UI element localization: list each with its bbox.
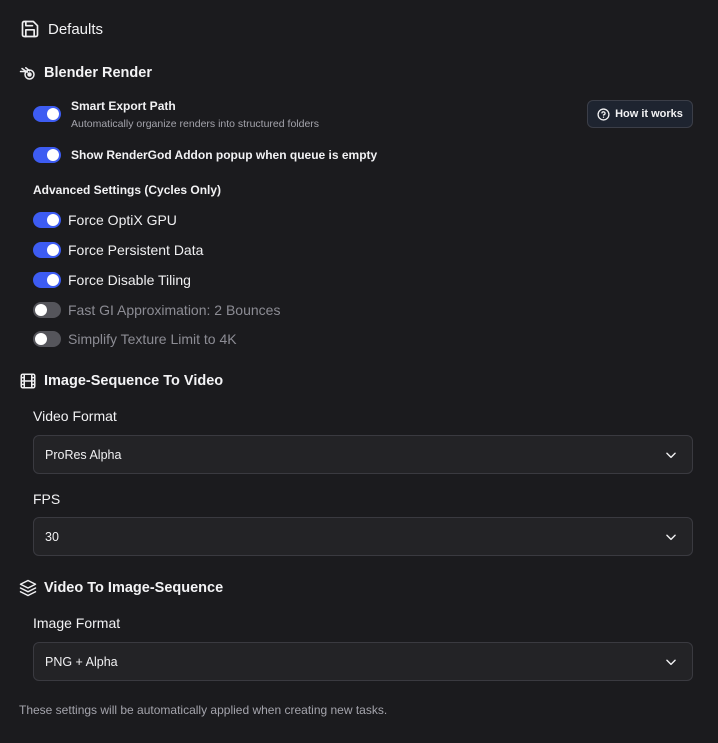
video-format-label: Video Format bbox=[33, 408, 117, 424]
video-format-value: ProRes Alpha bbox=[45, 447, 122, 462]
footer-note: These settings will be automatically app… bbox=[19, 703, 388, 717]
how-it-works-button[interactable]: How it works bbox=[587, 100, 693, 128]
disable-tiling-toggle[interactable] bbox=[33, 272, 61, 288]
simplify-texture-label: Simplify Texture Limit to 4K bbox=[68, 331, 237, 347]
layers-icon bbox=[19, 579, 37, 597]
toggle-knob bbox=[35, 304, 47, 316]
seq-to-video-heading: Image-Sequence To Video bbox=[19, 372, 223, 390]
fps-value: 30 bbox=[45, 529, 59, 544]
optix-gpu-label: Force OptiX GPU bbox=[68, 212, 177, 228]
video-to-seq-heading: Video To Image-Sequence bbox=[19, 579, 223, 597]
toggle-knob bbox=[47, 149, 59, 161]
image-format-label: Image Format bbox=[33, 615, 121, 631]
fast-gi-label: Fast GI Approximation: 2 Bounces bbox=[68, 302, 281, 318]
chevron-down-icon bbox=[664, 530, 678, 544]
toggle-knob bbox=[47, 214, 59, 226]
chevron-down-icon bbox=[664, 448, 678, 462]
image-format-select[interactable]: PNG + Alpha bbox=[33, 642, 693, 681]
fps-select[interactable]: 30 bbox=[33, 517, 693, 556]
toggle-knob bbox=[47, 108, 59, 120]
fast-gi-toggle[interactable] bbox=[33, 302, 61, 318]
toggle-knob bbox=[47, 274, 59, 286]
section-title-blender-render: Blender Render bbox=[44, 65, 152, 81]
persistent-data-label: Force Persistent Data bbox=[68, 242, 204, 258]
defaults-panel: Defaults Blender Render Smart Export Pat… bbox=[0, 0, 718, 743]
section-title-seq-to-video: Image-Sequence To Video bbox=[44, 373, 224, 389]
optix-gpu-toggle[interactable] bbox=[33, 212, 61, 228]
image-format-value: PNG + Alpha bbox=[45, 654, 118, 669]
smart-export-toggle[interactable] bbox=[33, 106, 61, 122]
film-icon bbox=[19, 372, 37, 390]
defaults-header: Defaults bbox=[20, 19, 103, 39]
simplify-texture-toggle[interactable] bbox=[33, 331, 61, 347]
toggle-knob bbox=[35, 333, 47, 345]
video-format-select[interactable]: ProRes Alpha bbox=[33, 435, 693, 474]
save-icon bbox=[20, 19, 40, 39]
addon-popup-toggle[interactable] bbox=[33, 147, 61, 163]
addon-popup-label: Show RenderGod Addon popup when queue is… bbox=[71, 148, 378, 162]
chevron-down-icon bbox=[664, 655, 678, 669]
question-circle-icon bbox=[597, 107, 610, 121]
page-title: Defaults bbox=[48, 20, 104, 38]
section-title-video-to-seq: Video To Image-Sequence bbox=[44, 580, 224, 596]
advanced-settings-heading: Advanced Settings (Cycles Only) bbox=[33, 183, 222, 197]
blender-icon bbox=[19, 64, 37, 82]
disable-tiling-label: Force Disable Tiling bbox=[68, 272, 191, 288]
how-it-works-label: How it works bbox=[615, 108, 683, 120]
fps-label: FPS bbox=[33, 491, 61, 507]
persistent-data-toggle[interactable] bbox=[33, 242, 61, 258]
toggle-knob bbox=[47, 244, 59, 256]
smart-export-label: Smart Export Path bbox=[71, 99, 176, 113]
smart-export-description: Automatically organize renders into stru… bbox=[71, 118, 320, 130]
blender-render-heading: Blender Render bbox=[19, 64, 152, 82]
